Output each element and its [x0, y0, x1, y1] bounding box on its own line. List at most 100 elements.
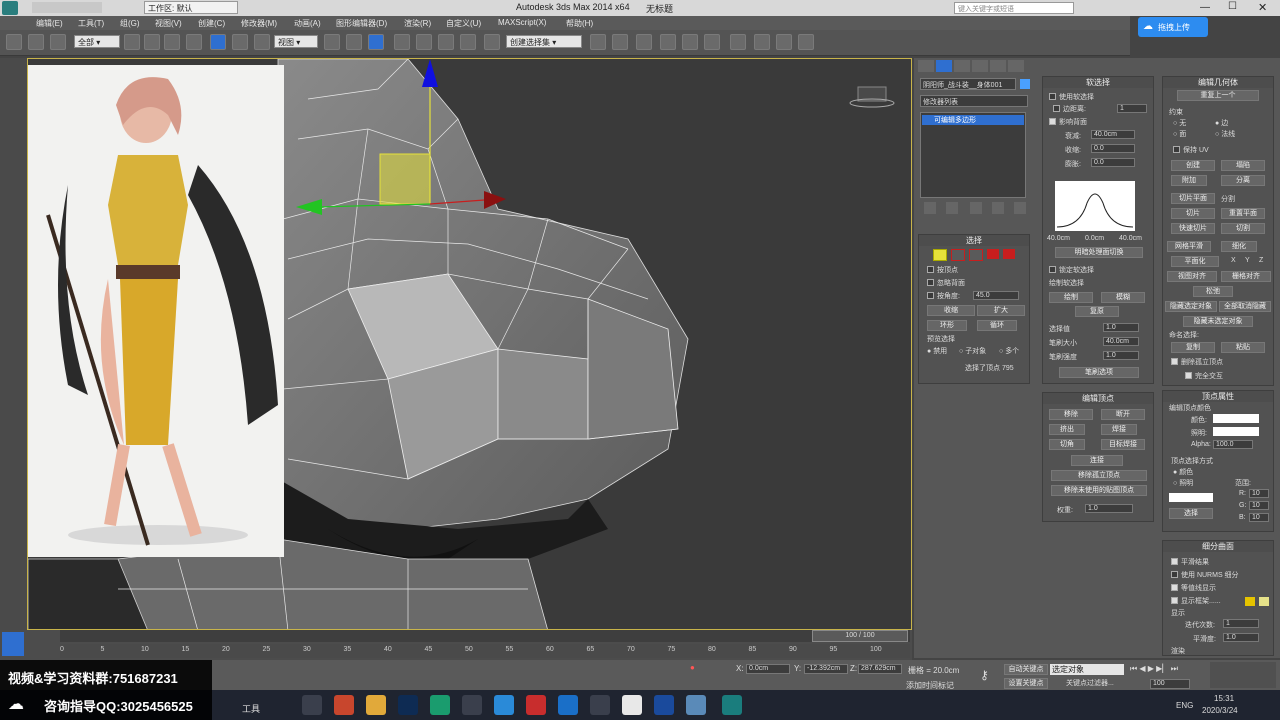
soft-selection-title[interactable]: 软选择: [1043, 77, 1153, 88]
preview-disabled-radio[interactable]: ● 禁用: [927, 346, 947, 356]
current-frame-field[interactable]: 100: [1150, 679, 1190, 689]
select-by-name-icon[interactable]: [144, 34, 160, 50]
menu-customize[interactable]: 自定义(U): [446, 18, 481, 29]
extrude-button[interactable]: 挤出: [1049, 424, 1085, 435]
lock-soft-selection-checkbox[interactable]: [1049, 266, 1056, 273]
scale-icon[interactable]: [254, 34, 270, 50]
object-name-field[interactable]: 阴阳师_战斗装__身体001: [920, 78, 1016, 90]
app-icon-3[interactable]: [494, 695, 514, 715]
ring-button[interactable]: 环形: [927, 320, 967, 331]
show-cage-checkbox[interactable]: [1171, 597, 1178, 604]
menu-modifiers[interactable]: 修改器(M): [241, 18, 277, 29]
selection-rollout-title[interactable]: 选择: [919, 235, 1029, 246]
range-r-spinner[interactable]: 10: [1249, 489, 1269, 498]
element-mode-icon[interactable]: [1003, 249, 1015, 259]
border-mode-icon[interactable]: [969, 249, 983, 261]
link-icon[interactable]: [6, 34, 22, 50]
pinch-spinner[interactable]: 0.0: [1091, 144, 1135, 153]
loop-button[interactable]: 循环: [977, 320, 1017, 331]
search-input[interactable]: 键入关键字或短语: [954, 2, 1074, 14]
rotate-icon[interactable]: [232, 34, 248, 50]
edit-vertices-title[interactable]: 编辑顶点: [1043, 393, 1153, 404]
slice-plane-button[interactable]: 切片平面: [1171, 193, 1215, 204]
reference-coordinate-dropdown[interactable]: 视图 ▾: [274, 35, 318, 48]
vertex-properties-title[interactable]: 顶点属性: [1163, 391, 1273, 402]
menu-help[interactable]: 帮助(H): [566, 18, 593, 29]
render-setup-icon[interactable]: [754, 34, 770, 50]
split-label[interactable]: 分割: [1221, 194, 1235, 204]
hide-unselected-button[interactable]: 隐藏未选定对象: [1183, 316, 1253, 327]
select-object-icon[interactable]: [124, 34, 140, 50]
app-icon-8[interactable]: [686, 695, 706, 715]
shaded-face-toggle-button[interactable]: 明暗处理面切换: [1055, 247, 1143, 258]
preview-subobject-radio[interactable]: ○ 子对象: [959, 346, 986, 356]
language-indicator[interactable]: ENG: [1176, 701, 1193, 710]
pivot-center-icon[interactable]: [324, 34, 340, 50]
schematic-view-icon[interactable]: [704, 34, 720, 50]
3dsmax-taskbar-icon[interactable]: [722, 695, 742, 715]
use-soft-selection-checkbox[interactable]: [1049, 93, 1056, 100]
alpha-spinner[interactable]: 100.0: [1213, 440, 1253, 449]
auto-key-button[interactable]: 自动关键点: [1004, 664, 1048, 675]
range-b-spinner[interactable]: 10: [1249, 513, 1269, 522]
range-g-spinner[interactable]: 10: [1249, 501, 1269, 510]
grow-button[interactable]: 扩大: [977, 305, 1025, 316]
align-icon[interactable]: [612, 34, 628, 50]
file-icon[interactable]: [622, 695, 642, 715]
collapse-button[interactable]: 塌陷: [1221, 160, 1265, 171]
tab-hierarchy[interactable]: [954, 60, 970, 72]
menu-animation[interactable]: 动画(A): [294, 18, 321, 29]
tessellate-button[interactable]: 细化: [1221, 241, 1257, 252]
remove-modifier-icon[interactable]: [992, 202, 1004, 214]
remove-isolated-vertices-button[interactable]: 移除孤立顶点: [1051, 470, 1147, 481]
brush-size-spinner[interactable]: 40.0cm: [1103, 337, 1139, 346]
chamfer-button[interactable]: 切角: [1049, 439, 1085, 450]
app-icon-7[interactable]: [654, 695, 674, 715]
y-coordinate-field[interactable]: -12.392cm: [804, 664, 848, 674]
tab-motion[interactable]: [972, 60, 988, 72]
z-coordinate-field[interactable]: 287.629cm: [858, 664, 902, 674]
selection-filter-dropdown[interactable]: 全部 ▾: [74, 35, 120, 48]
edge-distance-checkbox[interactable]: [1053, 105, 1060, 112]
brush-strength-spinner[interactable]: 1.0: [1103, 351, 1139, 360]
make-planar-button[interactable]: 平面化: [1171, 256, 1219, 267]
reset-plane-button[interactable]: 重置平面: [1221, 208, 1265, 219]
add-time-tag-button[interactable]: 添加时间标记: [890, 680, 970, 690]
remove-unused-map-verts-button[interactable]: 移除未使用的贴图顶点: [1051, 485, 1147, 496]
playback-controls[interactable]: ⏮ ◀ ▶ ▶▏ ⏭: [1130, 664, 1200, 676]
menu-group[interactable]: 组(G): [120, 18, 140, 29]
perspective-viewport[interactable]: [27, 58, 912, 630]
tab-create[interactable]: [918, 60, 934, 72]
move-icon[interactable]: [210, 34, 226, 50]
cloud-upload-button[interactable]: ☁ 拖拽上传: [1138, 17, 1208, 37]
subdivision-title[interactable]: 细分曲面: [1163, 541, 1273, 552]
app-icon-4[interactable]: [526, 695, 546, 715]
grid-align-button[interactable]: 栅格对齐: [1221, 271, 1271, 282]
menu-create[interactable]: 创建(C): [198, 18, 225, 29]
app-icon-1[interactable]: [334, 695, 354, 715]
select-manipulate-icon[interactable]: [346, 34, 362, 50]
menu-edit[interactable]: 编辑(E): [36, 18, 63, 29]
vertex-mode-icon[interactable]: [933, 249, 947, 261]
time-slider-handle[interactable]: 100 / 100: [812, 630, 908, 642]
slice-button[interactable]: 切片: [1171, 208, 1215, 219]
edge-distance-spinner[interactable]: 1: [1117, 104, 1147, 113]
power-icon[interactable]: [302, 695, 322, 715]
key-mode-dropdown[interactable]: 选定对象: [1050, 664, 1124, 675]
constraint-face-radio[interactable]: ○ 面: [1173, 129, 1186, 139]
edit-named-selection-icon[interactable]: [484, 34, 500, 50]
repeat-last-button[interactable]: 重复上一个: [1177, 90, 1259, 101]
maximize-icon[interactable]: ☐: [1228, 1, 1237, 12]
menu-maxscript[interactable]: MAXScript(X): [498, 18, 546, 27]
isoline-display-checkbox[interactable]: [1171, 584, 1178, 591]
view-align-button[interactable]: 视图对齐: [1167, 271, 1217, 282]
meshsmooth-button[interactable]: 网格平滑: [1167, 241, 1211, 252]
viewport-nav-controls[interactable]: [1210, 662, 1276, 688]
angle-snap-icon[interactable]: [416, 34, 432, 50]
app-icon-2[interactable]: [462, 695, 482, 715]
quick-access-toolbar[interactable]: [32, 2, 102, 13]
axis-y-button[interactable]: Y: [1245, 257, 1250, 264]
layer-manager-icon[interactable]: [636, 34, 652, 50]
graphite-toolbar-icon[interactable]: [660, 34, 676, 50]
delete-isolated-checkbox[interactable]: [1171, 358, 1178, 365]
